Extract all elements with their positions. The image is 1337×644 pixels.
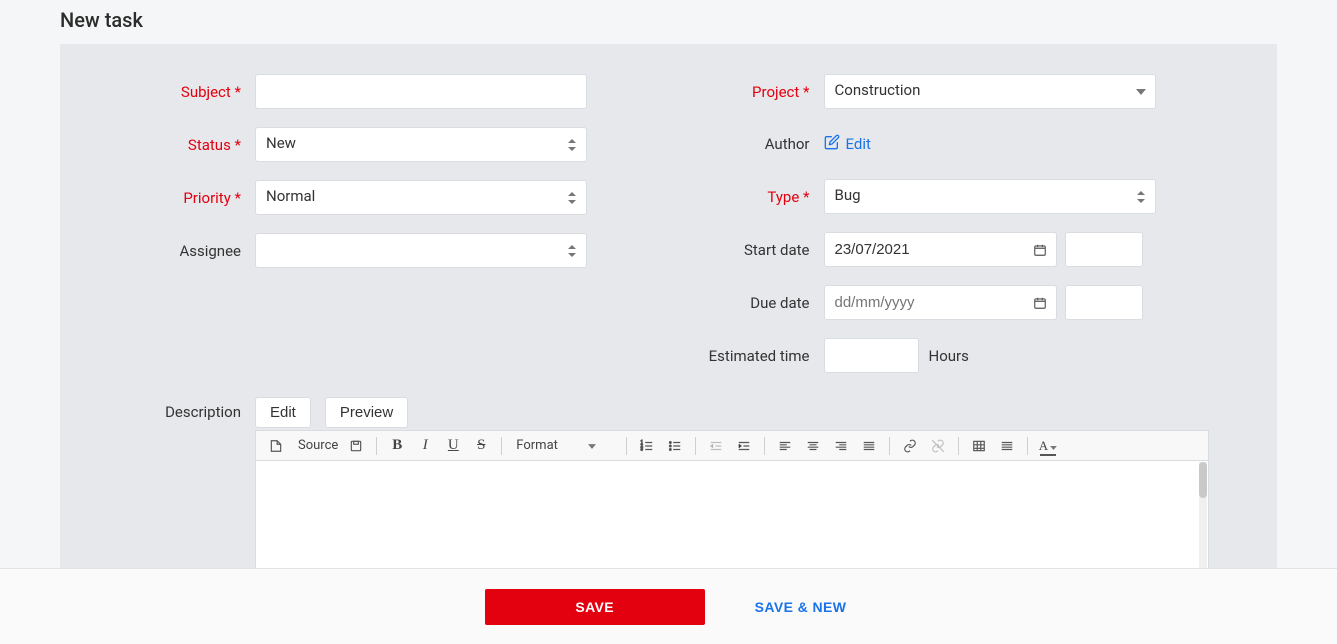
status-select[interactable]: New <box>255 127 587 162</box>
toolbar-separator <box>626 437 627 455</box>
save-and-new-button[interactable]: SAVE & NEW <box>749 598 853 616</box>
align-left-icon[interactable] <box>771 433 799 459</box>
left-column: Subject Status New <box>100 74 669 391</box>
row-subject: Subject <box>100 74 669 109</box>
row-author: Author Edit <box>669 127 1238 161</box>
toolbar-separator <box>695 437 696 455</box>
source-icon[interactable] <box>262 433 290 459</box>
indent-icon[interactable] <box>730 433 758 459</box>
label-assignee: Assignee <box>100 242 255 260</box>
page-root: New task Subject Status New <box>0 0 1337 644</box>
description-editor[interactable] <box>255 460 1209 570</box>
footer-bar: SAVE SAVE & NEW <box>0 568 1337 644</box>
tab-edit[interactable]: Edit <box>255 397 311 428</box>
label-start-date: Start date <box>669 241 824 259</box>
estimated-time-input[interactable] <box>824 338 919 373</box>
align-justify-icon[interactable] <box>855 433 883 459</box>
project-select[interactable]: Construction <box>824 74 1156 109</box>
format-label: Format <box>516 438 558 453</box>
description-body: Edit Preview Source B I U S <box>255 397 1237 570</box>
toolbar-separator <box>764 437 765 455</box>
align-right-icon[interactable] <box>827 433 855 459</box>
toolbar-source-label[interactable]: Source <box>290 438 342 453</box>
strikethrough-icon[interactable]: S <box>467 433 495 459</box>
table-icon[interactable] <box>965 433 993 459</box>
row-project: Project Construction <box>669 74 1238 109</box>
form-panel: Subject Status New <box>60 44 1277 590</box>
svg-text:3: 3 <box>640 446 643 451</box>
ordered-list-icon[interactable]: 123 <box>633 433 661 459</box>
label-estimated-time: Estimated time <box>669 347 824 365</box>
form-grid: Subject Status New <box>100 74 1237 391</box>
edit-icon <box>824 134 840 154</box>
author-edit-link[interactable]: Edit <box>824 134 871 154</box>
row-priority: Priority Normal <box>100 180 669 215</box>
row-type: Type Bug <box>669 179 1238 214</box>
label-status: Status <box>100 136 255 154</box>
toolbar-separator <box>958 437 959 455</box>
editor-toolbar: Source B I U S Format <box>255 430 1209 460</box>
scrollbar-thumb[interactable] <box>1199 462 1207 498</box>
row-due-date: Due date <box>669 285 1238 320</box>
start-date-input[interactable] <box>824 232 1057 267</box>
assignee-select[interactable] <box>255 233 587 268</box>
row-status: Status New <box>100 127 669 162</box>
start-date-extra-input[interactable] <box>1065 232 1143 267</box>
unlink-icon <box>924 433 952 459</box>
due-date-extra-input[interactable] <box>1065 285 1143 320</box>
right-column: Project Construction Author <box>669 74 1238 391</box>
page-title: New task <box>0 0 1337 44</box>
label-subject: Subject <box>100 83 255 101</box>
italic-icon[interactable]: I <box>411 433 439 459</box>
row-assignee: Assignee <box>100 233 669 268</box>
row-start-date: Start date <box>669 232 1238 267</box>
align-center-icon[interactable] <box>799 433 827 459</box>
underline-icon[interactable]: U <box>439 433 467 459</box>
label-type: Type <box>669 188 824 206</box>
author-edit-label: Edit <box>846 135 871 153</box>
label-due-date: Due date <box>669 294 824 312</box>
toolbar-separator <box>1027 437 1028 455</box>
toolbar-separator <box>889 437 890 455</box>
row-estimated-time: Estimated time Hours <box>669 338 1238 373</box>
chevron-down-icon <box>1050 438 1057 454</box>
label-project: Project <box>669 83 824 101</box>
unordered-list-icon[interactable] <box>661 433 689 459</box>
chevron-down-icon <box>588 438 596 453</box>
hr-icon[interactable] <box>993 433 1021 459</box>
tab-preview[interactable]: Preview <box>325 397 408 428</box>
toolbar-separator <box>501 437 502 455</box>
row-description: Description Edit Preview Source B <box>100 397 1237 570</box>
subject-input[interactable] <box>255 74 587 109</box>
save-button[interactable]: SAVE <box>485 589 705 625</box>
outdent-icon <box>702 433 730 459</box>
label-priority: Priority <box>100 189 255 207</box>
bold-icon[interactable]: B <box>383 433 411 459</box>
type-select[interactable]: Bug <box>824 179 1156 214</box>
save-doc-icon[interactable] <box>342 433 370 459</box>
format-dropdown[interactable]: Format <box>508 438 620 453</box>
link-icon[interactable] <box>896 433 924 459</box>
editor-scrollbar[interactable] <box>1199 462 1207 568</box>
priority-select[interactable]: Normal <box>255 180 587 215</box>
description-tabs: Edit Preview <box>255 397 1237 428</box>
toolbar-separator <box>376 437 377 455</box>
text-color-icon[interactable]: A <box>1034 433 1062 459</box>
due-date-input[interactable] <box>824 285 1057 320</box>
estimated-time-unit: Hours <box>929 347 969 365</box>
label-description: Description <box>100 397 255 570</box>
label-author: Author <box>669 135 824 153</box>
